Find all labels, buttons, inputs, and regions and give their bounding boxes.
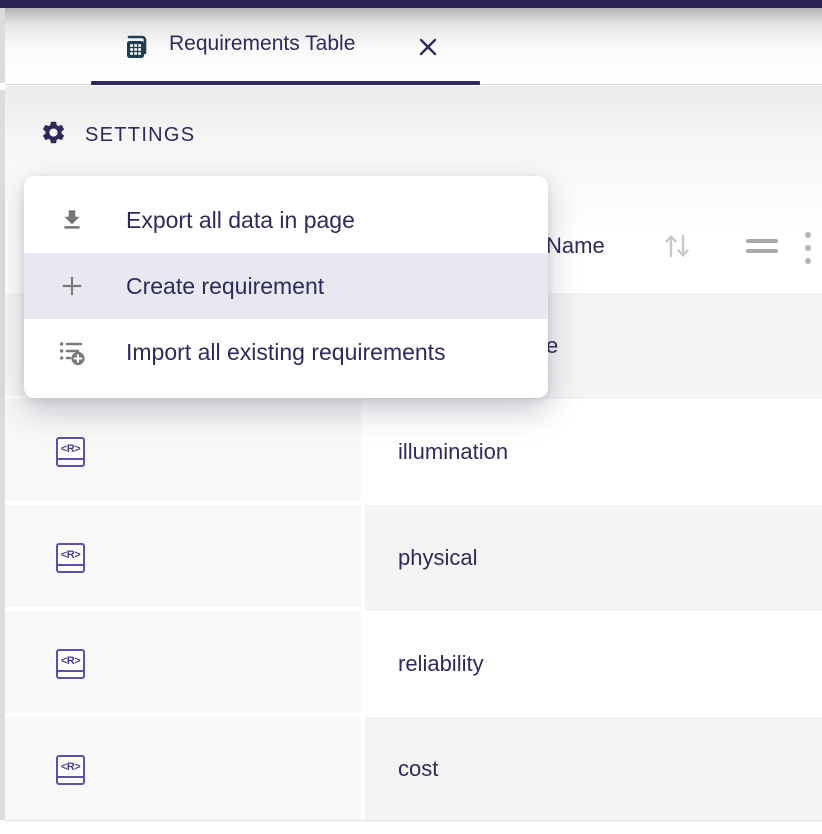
settings-button[interactable]: SETTINGS	[40, 119, 195, 151]
menu-item-label: Create requirement	[126, 273, 324, 300]
import-list-icon	[58, 338, 86, 366]
row-type-cell[interactable]: <R>	[5, 505, 365, 611]
tab-requirements-table[interactable]: Requirements Table	[91, 8, 480, 85]
plus-icon	[58, 272, 86, 300]
menu-item-export-all-data[interactable]: Export all data in page	[24, 187, 548, 253]
row-type-cell[interactable]: <R>	[5, 717, 365, 820]
top-accent-bar	[0, 0, 822, 8]
row-name: physical	[398, 545, 477, 571]
gear-icon	[40, 119, 67, 151]
bottom-margin	[0, 821, 822, 834]
sort-icon[interactable]	[661, 230, 693, 262]
column-header-name: Name	[546, 233, 605, 259]
menu-item-import-requirements[interactable]: Import all existing requirements	[24, 319, 548, 385]
row-name: reliability	[398, 651, 484, 677]
row-name: cost	[398, 756, 438, 782]
table-row[interactable]: <R> reliability	[5, 611, 822, 717]
row-type-cell[interactable]: <R>	[5, 611, 365, 717]
requirement-icon: <R>	[56, 437, 85, 467]
table-row[interactable]: <R> illumination	[5, 399, 822, 505]
row-name-cell[interactable]: illumination	[365, 399, 822, 505]
download-icon	[58, 206, 86, 234]
menu-item-create-requirement[interactable]: Create requirement	[24, 253, 548, 319]
table-row[interactable]: <R> cost	[5, 717, 822, 820]
row-name-cell[interactable]: cost	[365, 717, 822, 820]
requirement-icon: <R>	[56, 543, 85, 573]
app-window: Requirements Table SETTINGS Name	[0, 0, 822, 834]
row-type-cell[interactable]: <R>	[5, 399, 365, 505]
table-row[interactable]: <R> physical	[5, 505, 822, 611]
tab-bar: Requirements Table	[5, 8, 822, 85]
settings-dropdown-menu: Export all data in page Create requireme…	[24, 176, 548, 398]
active-tab-underline	[91, 81, 480, 85]
requirement-icon: <R>	[56, 755, 85, 785]
row-name-cell[interactable]: reliability	[365, 611, 822, 717]
row-name: illumination	[398, 439, 508, 465]
settings-label: SETTINGS	[85, 124, 195, 147]
menu-item-label: Import all existing requirements	[126, 339, 446, 366]
close-tab-icon[interactable]	[417, 36, 439, 58]
table-copy-icon	[123, 34, 151, 67]
row-name-cell[interactable]: physical	[365, 505, 822, 611]
kebab-menu-icon[interactable]	[801, 229, 815, 267]
menu-item-label: Export all data in page	[126, 207, 355, 234]
requirement-icon: <R>	[56, 649, 85, 679]
tab-label: Requirements Table	[169, 32, 355, 56]
column-resize-handle-icon[interactable]	[746, 239, 778, 253]
